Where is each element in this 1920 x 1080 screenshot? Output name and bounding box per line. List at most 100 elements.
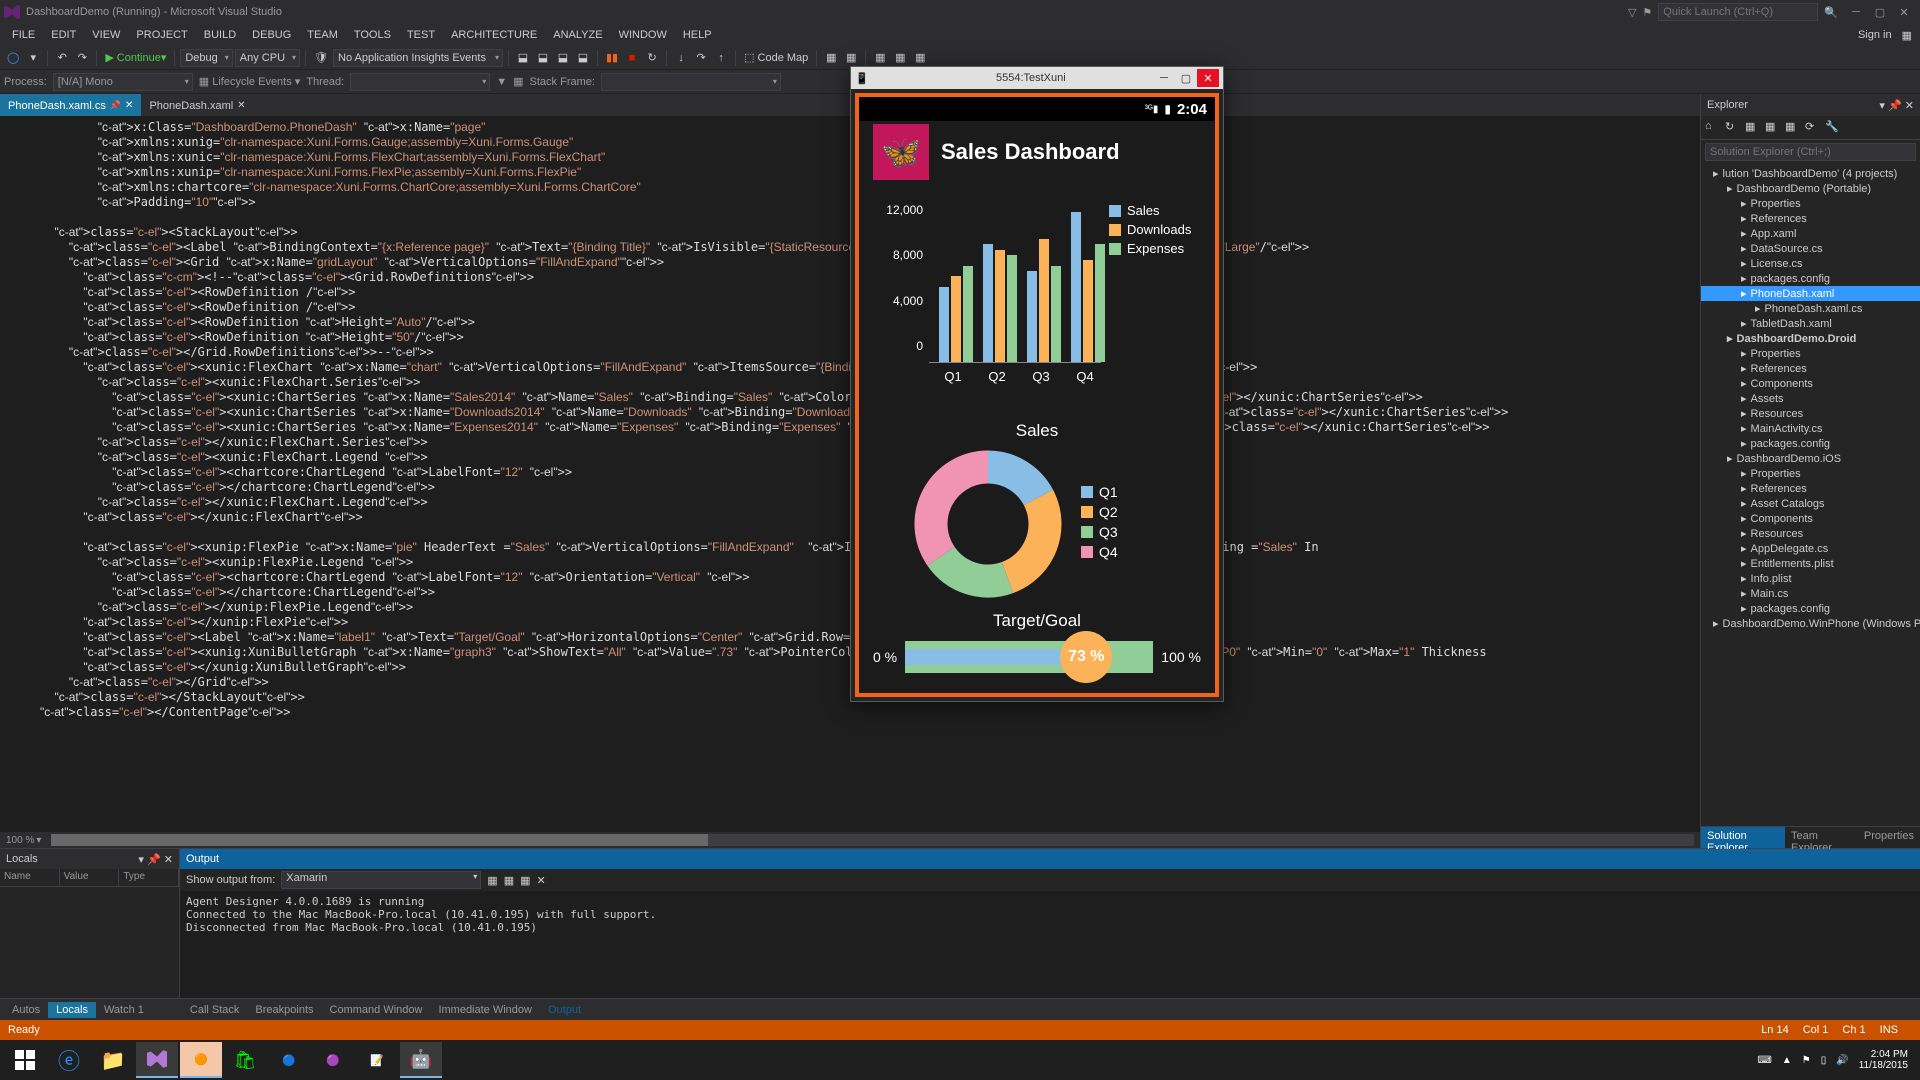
tree-node[interactable]: ▸Asset Catalogs bbox=[1701, 496, 1920, 511]
feedback-icon[interactable]: ▽ bbox=[1628, 6, 1636, 19]
tool-x3[interactable]: ▦ bbox=[871, 48, 889, 68]
sign-in-link[interactable]: Sign in bbox=[1858, 29, 1892, 41]
col-type[interactable]: Type bbox=[119, 869, 179, 886]
zoom-level[interactable]: 100 % bbox=[6, 835, 34, 846]
undo-button[interactable]: ↶ bbox=[53, 48, 71, 68]
android-emulator-window[interactable]: 📱 5554:TestXuni ─ ▢ ✕ ³ᴳ▮ ▮ 2:04 🦋 Sales… bbox=[850, 66, 1224, 702]
tree-node[interactable]: ▸packages.config bbox=[1701, 436, 1920, 451]
tray-vol-icon[interactable]: 🔊 bbox=[1836, 1055, 1848, 1066]
tree-node[interactable]: ▸App.xaml bbox=[1701, 226, 1920, 241]
tree-node[interactable]: ▸packages.config bbox=[1701, 601, 1920, 616]
tree-node[interactable]: ▸Assets bbox=[1701, 391, 1920, 406]
tool-icon[interactable]: ▦ bbox=[1765, 120, 1781, 136]
vs-taskbar-icon[interactable] bbox=[136, 1042, 178, 1078]
menu-help[interactable]: HELP bbox=[675, 27, 720, 43]
app-icon[interactable]: 🟠 bbox=[180, 1042, 222, 1078]
tab-locals[interactable]: Locals bbox=[48, 1002, 96, 1018]
tab-callstack[interactable]: Call Stack bbox=[182, 1002, 248, 1018]
close-button[interactable]: ✕ bbox=[1197, 69, 1219, 87]
menu-project[interactable]: PROJECT bbox=[128, 27, 195, 43]
tab-output[interactable]: Output bbox=[540, 1002, 589, 1018]
tree-node[interactable]: ▸Properties bbox=[1701, 196, 1920, 211]
step-over-button[interactable]: ↷ bbox=[692, 48, 710, 68]
close-icon[interactable]: ✕ bbox=[164, 854, 173, 866]
search-icon[interactable]: 🔍 bbox=[1824, 6, 1838, 19]
tab-immediate[interactable]: Immediate Window bbox=[430, 1002, 540, 1018]
menu-edit[interactable]: EDIT bbox=[43, 27, 84, 43]
store-icon[interactable]: 🛍 bbox=[224, 1042, 266, 1078]
redo-button[interactable]: ↷ bbox=[73, 48, 91, 68]
minimize-button[interactable]: ─ bbox=[1153, 69, 1175, 87]
notepad-icon[interactable]: 📝 bbox=[356, 1042, 398, 1078]
home-icon[interactable]: ⌂ bbox=[1705, 120, 1721, 136]
start-button[interactable] bbox=[4, 1042, 46, 1078]
tree-node[interactable]: ▸References bbox=[1701, 361, 1920, 376]
tree-node[interactable]: ▸DashboardDemo.Droid bbox=[1701, 331, 1920, 346]
tab-phonedash-cs[interactable]: PhoneDash.xaml.cs📌✕ bbox=[0, 94, 141, 116]
eclipse-icon[interactable]: 🟣 bbox=[312, 1042, 354, 1078]
menu-window[interactable]: WINDOW bbox=[611, 27, 675, 43]
tray-flag-icon[interactable]: ⚑ bbox=[1802, 1055, 1811, 1066]
maximize-button[interactable]: ▢ bbox=[1868, 3, 1892, 21]
clear-icon[interactable]: ✕ bbox=[537, 874, 546, 887]
tree-node[interactable]: ▸Components bbox=[1701, 376, 1920, 391]
tree-node[interactable]: ▸TabletDash.xaml bbox=[1701, 316, 1920, 331]
menu-view[interactable]: VIEW bbox=[84, 27, 128, 43]
tab-watch1[interactable]: Watch 1 bbox=[96, 1002, 152, 1018]
tree-node[interactable]: ▸Resources bbox=[1701, 406, 1920, 421]
menu-test[interactable]: TEST bbox=[399, 27, 443, 43]
close-icon[interactable]: ✕ bbox=[1905, 100, 1914, 112]
tree-node[interactable]: ▸Entitlements.plist bbox=[1701, 556, 1920, 571]
tab-autos[interactable]: Autos bbox=[4, 1002, 48, 1018]
tree-node[interactable]: ▸Main.cs bbox=[1701, 586, 1920, 601]
lifecycle-button[interactable]: ▦ Lifecycle Events ▾ bbox=[199, 75, 301, 88]
tool-x4[interactable]: ▦ bbox=[891, 48, 909, 68]
tray-net-icon[interactable]: ▯ bbox=[1821, 1055, 1827, 1066]
tool-icon[interactable]: ▦ bbox=[487, 874, 497, 887]
tree-node[interactable]: ▸Info.plist bbox=[1701, 571, 1920, 586]
ie-icon[interactable]: ⓔ bbox=[48, 1042, 90, 1078]
tree-node[interactable]: ▸MainActivity.cs bbox=[1701, 421, 1920, 436]
android-icon[interactable]: 🤖 bbox=[400, 1042, 442, 1078]
col-name[interactable]: Name bbox=[0, 869, 60, 886]
tool-icon[interactable]: ▦ bbox=[504, 874, 514, 887]
tool-icon[interactable]: ⟳ bbox=[1805, 120, 1821, 136]
insights-icon[interactable]: 🛡 bbox=[311, 48, 331, 68]
tab-command[interactable]: Command Window bbox=[322, 1002, 431, 1018]
quick-launch-input[interactable] bbox=[1658, 3, 1818, 21]
tree-node[interactable]: ▸Properties bbox=[1701, 346, 1920, 361]
thread-combo[interactable] bbox=[350, 73, 490, 91]
step-button-2[interactable]: ⬓ bbox=[534, 48, 552, 68]
restart-button[interactable]: ↻ bbox=[643, 48, 661, 68]
tray-up-icon[interactable]: ▲ bbox=[1782, 1055, 1792, 1066]
step-into-button[interactable]: ↓ bbox=[672, 48, 690, 68]
tool-icon[interactable]: ▦ bbox=[1785, 120, 1801, 136]
step-button[interactable]: ⬓ bbox=[514, 48, 532, 68]
tree-node[interactable]: ▸Resources bbox=[1701, 526, 1920, 541]
tree-node[interactable]: ▸References bbox=[1701, 211, 1920, 226]
tree-node[interactable]: ▸Components bbox=[1701, 511, 1920, 526]
explorer-icon[interactable]: 📁 bbox=[92, 1042, 134, 1078]
menu-analyze[interactable]: ANALYZE bbox=[545, 27, 610, 43]
user-icon[interactable]: ▦ bbox=[1902, 29, 1912, 42]
insights-combo[interactable]: No Application Insights Events bbox=[333, 49, 503, 67]
notifications-icon[interactable]: ⚑ bbox=[1642, 6, 1652, 19]
tool-icon[interactable]: ▦ bbox=[520, 874, 530, 887]
tree-node[interactable]: ▸References bbox=[1701, 481, 1920, 496]
output-text[interactable]: Agent Designer 4.0.0.1689 is running Con… bbox=[180, 891, 1920, 998]
tool2-x1[interactable]: ▼ bbox=[496, 76, 507, 88]
navigate-back-button[interactable]: ◯ bbox=[4, 48, 22, 68]
tray-keyboard-icon[interactable]: ⌨ bbox=[1757, 1055, 1771, 1066]
tool-x2[interactable]: ▦ bbox=[842, 48, 860, 68]
process-combo[interactable]: [N/A] Mono bbox=[53, 73, 193, 91]
tree-node[interactable]: ▸DashboardDemo.iOS bbox=[1701, 451, 1920, 466]
menu-team[interactable]: TEAM bbox=[299, 27, 346, 43]
tool-icon[interactable]: ▦ bbox=[1745, 120, 1761, 136]
break-button[interactable]: ▮▮ bbox=[603, 48, 621, 68]
menu-debug[interactable]: DEBUG bbox=[244, 27, 299, 43]
tab-breakpoints[interactable]: Breakpoints bbox=[247, 1002, 321, 1018]
chrome-icon[interactable]: 🔵 bbox=[268, 1042, 310, 1078]
maximize-button[interactable]: ▢ bbox=[1175, 69, 1197, 87]
tab-phonedash-xaml[interactable]: PhoneDash.xaml✕ bbox=[141, 94, 253, 116]
close-icon[interactable]: ✕ bbox=[125, 100, 133, 111]
